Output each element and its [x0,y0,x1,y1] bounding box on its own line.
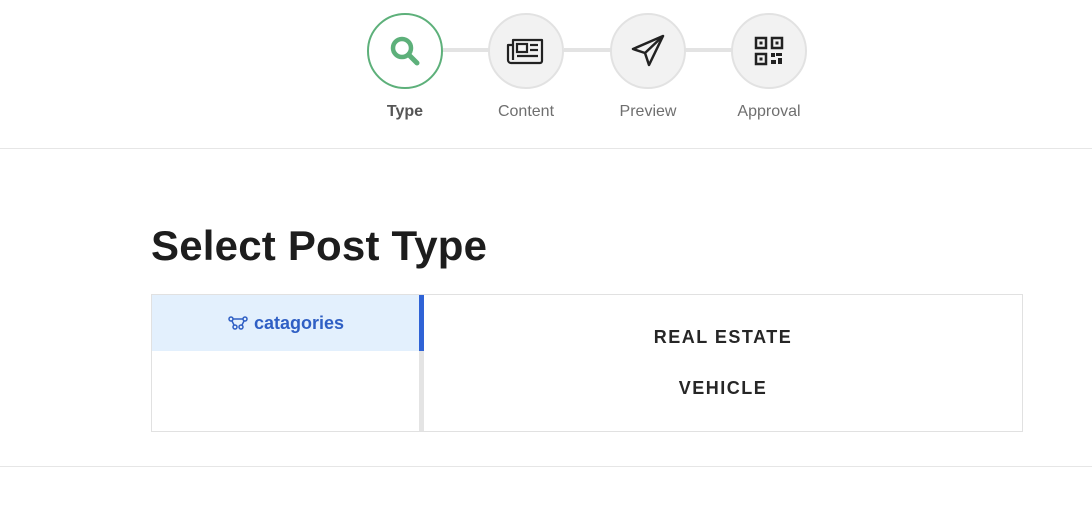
search-icon [390,36,420,66]
step-connector [685,48,733,52]
tab-categories[interactable]: catagories [152,295,420,351]
option-real-estate[interactable]: REAL ESTATE [424,327,1022,348]
categories-icon [228,316,248,330]
step-preview-label: Preview [619,103,677,120]
step-type-label: Type [386,103,424,120]
step-type-circle[interactable] [367,13,443,89]
section-divider [0,466,1092,467]
step-content[interactable]: Content [487,13,565,121]
step-connector [564,48,612,52]
send-icon [631,34,665,67]
step-content-label: Content [497,103,555,120]
post-type-options: REAL ESTATE VEHICLE [424,295,1022,431]
page-title: Select Post Type [151,222,488,269]
newspaper-icon [506,38,544,65]
step-approval-circle[interactable] [731,13,807,89]
progress-stepper: Type Content Preview Approval [0,0,1092,149]
tab-categories-label: catagories [253,312,345,333]
step-type[interactable]: Type [366,13,444,121]
step-approval-label: Approval [737,103,801,120]
step-connector [443,48,490,52]
option-vehicle[interactable]: VEHICLE [424,378,1022,399]
qr-code-icon [754,36,784,66]
step-approval[interactable]: Approval [730,13,808,121]
step-preview-circle[interactable] [610,13,686,89]
step-content-circle[interactable] [488,13,564,89]
post-type-panel: catagories REAL ESTATE VEHICLE [151,294,1023,432]
category-tabs: catagories [152,295,420,431]
step-preview[interactable]: Preview [609,13,687,121]
